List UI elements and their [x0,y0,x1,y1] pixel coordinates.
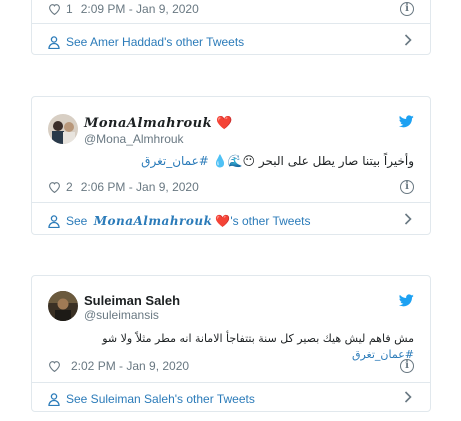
divider [32,202,430,203]
avatar[interactable] [48,114,78,144]
heart-icon[interactable] [48,181,61,193]
like-count: 2 [66,180,73,194]
chevron-right-icon [404,391,412,403]
see-other-tweets-link[interactable]: See MonaAlmahrouk ❤️ 's other Tweets [48,213,414,228]
person-icon [48,392,60,406]
tweet-timestamp[interactable]: 2:02 PM - Jan 9, 2020 [71,359,189,373]
info-icon[interactable]: i [400,359,414,373]
tweet-card-amer: 1 2:09 PM - Jan 9, 2020 i See Amer Hadda… [31,0,431,55]
divider [32,382,430,383]
user-handle[interactable]: @Mona_Almhrouk [84,132,184,146]
see-more-name: MonaAlmahrouk [93,214,213,228]
twitter-bird-icon[interactable] [399,115,414,128]
like-count: 1 [66,2,73,16]
chevron-right-icon [404,34,412,46]
display-name[interactable]: Suleiman Saleh [84,293,180,308]
see-other-tweets-link[interactable]: See Suleiman Saleh's other Tweets [48,391,414,406]
see-more-prefix: See [66,214,91,228]
hashtag-link[interactable]: #عمان_تغرق [141,154,209,168]
see-other-tweets-label: See Suleiman Saleh's other Tweets [66,392,255,406]
tweet-card-suleiman: Suleiman Saleh @suleimansis مش فاهم ليش … [31,275,431,412]
display-name[interactable]: MonaAlmahrouk ❤️ [84,115,232,131]
see-other-tweets-label: See Amer Haddad's other Tweets [66,35,245,49]
person-icon [48,214,60,228]
tweet-timestamp[interactable]: 2:09 PM - Jan 9, 2020 [81,2,199,16]
see-more-emoji: ❤️ [215,214,231,228]
tweet-card-mona: MonaAlmahrouk ❤️ @Mona_Almhrouk وأخيراً … [31,96,431,235]
tweet-meta: 1 2:09 PM - Jan 9, 2020 [48,2,199,16]
tweet-emojis: 😶🌊💧 [212,154,256,168]
chevron-right-icon [404,213,412,225]
person-icon [48,35,60,49]
avatar[interactable] [48,291,78,321]
tweet-meta: 2 2:06 PM - Jan 9, 2020 [48,180,199,194]
tweet-meta: 2:02 PM - Jan 9, 2020 [48,359,189,373]
divider [32,23,430,24]
tweet-text: وأخيراً بيتنا صار يطل على البحر 😶🌊💧 #عما… [141,154,414,168]
info-icon[interactable]: i [400,2,414,16]
info-icon[interactable]: i [400,180,414,194]
heart-icon[interactable] [48,360,61,372]
see-other-tweets-link[interactable]: See Amer Haddad's other Tweets [48,34,414,49]
heart-icon[interactable] [48,3,61,15]
user-handle[interactable]: @suleimansis [84,308,159,322]
see-more-suffix: 's other Tweets [230,214,311,228]
twitter-bird-icon[interactable] [399,294,414,307]
heart-emoji: ❤️ [216,115,233,130]
tweet-timestamp[interactable]: 2:06 PM - Jan 9, 2020 [81,180,199,194]
